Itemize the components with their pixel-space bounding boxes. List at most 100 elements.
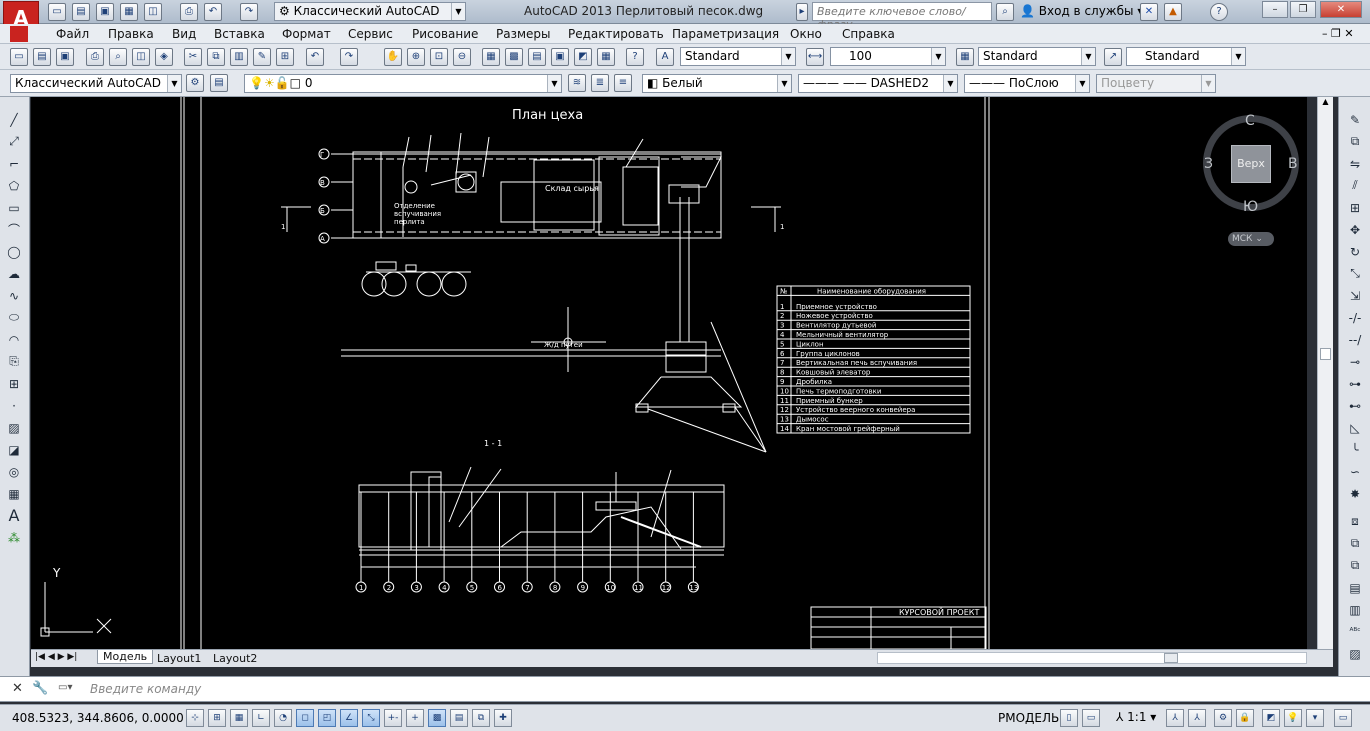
grid-icon[interactable]: ▦ xyxy=(230,709,248,727)
command-input[interactable]: Введите команду xyxy=(90,682,201,696)
tool-palettes-icon[interactable]: ▤ xyxy=(528,48,546,66)
draworder-icon[interactable]: ⧈ xyxy=(1346,513,1364,530)
line-icon[interactable]: ╱ xyxy=(5,111,23,128)
hatch-icon[interactable]: ▨ xyxy=(5,419,23,436)
sign-in-button[interactable]: 👤 Вход в службы ▾ xyxy=(1020,4,1143,18)
menu-window[interactable]: Окно xyxy=(790,27,822,41)
workspace-switcher[interactable]: ⚙ Классический AutoCAD ▼ xyxy=(274,2,466,21)
osnap-icon[interactable]: ◻ xyxy=(296,709,314,727)
open-icon[interactable]: ▤ xyxy=(72,3,90,21)
break-at-point-icon[interactable]: ⊸ xyxy=(1346,353,1364,370)
close-button[interactable]: ✕ xyxy=(1320,1,1362,18)
zoom-previous-icon[interactable]: ⊖ xyxy=(453,48,471,66)
otrack-icon[interactable]: ∠ xyxy=(340,709,358,727)
quick-view-drawings-icon[interactable]: ▭ xyxy=(1082,709,1100,727)
viewcube-north[interactable]: С xyxy=(1245,113,1255,129)
spline-icon[interactable]: ∿ xyxy=(5,287,23,304)
isolate-objects-icon[interactable]: 💡 xyxy=(1284,709,1302,727)
3d-osnap-icon[interactable]: ◰ xyxy=(318,709,336,727)
menu-file[interactable]: Файл xyxy=(56,27,89,41)
fillet-icon[interactable]: ╰ xyxy=(1346,441,1364,458)
circle-icon[interactable]: ◯ xyxy=(5,243,23,260)
send-back-icon[interactable]: ⧉ xyxy=(1346,557,1364,574)
layer-previous-icon[interactable]: ≣ xyxy=(591,74,609,92)
color-select[interactable]: ◧ Белый ▼ xyxy=(642,74,792,93)
exchange-icon[interactable]: ✕ xyxy=(1140,3,1158,21)
arc-icon[interactable]: ⌒ xyxy=(5,221,23,238)
cut-icon[interactable]: ✂ xyxy=(184,48,202,66)
chevron-right-icon[interactable]: ▸ xyxy=(796,3,808,21)
vertical-scrollbar[interactable]: ▲ xyxy=(1317,97,1333,649)
close-icon[interactable]: ✕ xyxy=(12,681,23,696)
gradient-icon[interactable]: ◪ xyxy=(5,441,23,458)
polygon-icon[interactable]: ⬠ xyxy=(5,177,23,194)
snap-icon[interactable]: ⊞ xyxy=(208,709,226,727)
search-binoculars-icon[interactable]: ⌕ xyxy=(996,3,1014,21)
polar-icon[interactable]: ◔ xyxy=(274,709,292,727)
layer-select[interactable]: 💡☀🔓□ 0 ▼ xyxy=(244,74,562,93)
undo-icon[interactable]: ↶ xyxy=(306,48,324,66)
blend-icon[interactable]: ∽ xyxy=(1346,463,1364,480)
lineweight-select[interactable]: ——— ПоСлою ▼ xyxy=(964,74,1090,93)
make-block-icon[interactable]: ⊞ xyxy=(5,375,23,392)
horizontal-scrollbar[interactable] xyxy=(877,652,1307,664)
workspace-settings-icon[interactable]: ⚙ xyxy=(186,74,204,92)
open-icon[interactable]: ▤ xyxy=(33,48,51,66)
preview-icon[interactable]: ⌕ xyxy=(109,48,127,66)
menu-view[interactable]: Вид xyxy=(172,27,196,41)
copy-icon[interactable]: ⧉ xyxy=(207,48,225,66)
region-icon[interactable]: ◎ xyxy=(5,463,23,480)
polyline-icon[interactable]: ⌐ xyxy=(5,155,23,172)
join-icon[interactable]: ⊷ xyxy=(1346,397,1364,414)
mtext-icon[interactable]: A xyxy=(5,506,23,525)
help-icon[interactable]: ? xyxy=(1210,3,1228,21)
layer-properties-icon[interactable]: ▤ xyxy=(210,74,228,92)
pan-icon[interactable]: ✋ xyxy=(384,48,402,66)
bring-front-icon[interactable]: ⧉ xyxy=(1346,535,1364,552)
viewcube-south[interactable]: Ю xyxy=(1243,199,1258,215)
table-style-icon[interactable]: ▦ xyxy=(956,48,974,66)
doc-window-controls[interactable]: – ❐ ✕ xyxy=(1322,27,1354,40)
menu-insert[interactable]: Вставка xyxy=(214,27,265,41)
save-icon[interactable]: ▣ xyxy=(56,48,74,66)
mirror-icon[interactable]: ⇋ xyxy=(1346,155,1364,172)
workspace-select[interactable]: Классический AutoCAD ▼ xyxy=(10,74,182,93)
coordinates-readout[interactable]: 408.5323, 344.8606, 0.0000 xyxy=(12,711,184,725)
erase-icon[interactable]: ✎ xyxy=(1346,111,1364,128)
search-input[interactable]: Введите ключевое слово/фразу xyxy=(812,2,992,31)
text-above-icon[interactable]: ᴬᴮᶜ xyxy=(1346,623,1364,640)
auto-scale-icon[interactable]: ⅄ xyxy=(1188,709,1206,727)
publish-icon[interactable]: ◫ xyxy=(144,3,162,21)
scale-icon[interactable]: ⤡ xyxy=(1346,265,1364,282)
viewcube-west[interactable]: З xyxy=(1204,156,1213,172)
extend-icon[interactable]: --/ xyxy=(1346,331,1364,348)
redo-icon[interactable]: ↷ xyxy=(340,48,358,66)
insert-block-icon[interactable]: ⎘ xyxy=(5,353,23,370)
menu-dimension[interactable]: Размеры xyxy=(496,27,551,41)
properties-icon[interactable]: ▦ xyxy=(482,48,500,66)
clean-screen-icon[interactable]: ▭ xyxy=(1334,709,1352,727)
undo-icon[interactable]: ↶ xyxy=(204,3,222,21)
zoom-realtime-icon[interactable]: ⊕ xyxy=(407,48,425,66)
dim-scale-select[interactable]: 100 ▼ xyxy=(830,47,946,66)
lineweight-icon[interactable]: + xyxy=(406,709,424,727)
menu-tools[interactable]: Сервис xyxy=(348,27,393,41)
make-current-layer-icon[interactable]: ≋ xyxy=(568,74,586,92)
match-properties-icon[interactable]: ✎ xyxy=(253,48,271,66)
lock-ui-icon[interactable]: 🔒 xyxy=(1236,709,1254,727)
point-icon[interactable]: · xyxy=(5,397,23,414)
dyn-icon[interactable]: +- xyxy=(384,709,402,727)
hatch-back-icon[interactable]: ▨ xyxy=(1346,645,1364,662)
dim-front-icon[interactable]: ▥ xyxy=(1346,601,1364,618)
rotate-icon[interactable]: ↻ xyxy=(1346,243,1364,260)
table-icon[interactable]: ▦ xyxy=(5,485,23,502)
maximize-button[interactable]: ❐ xyxy=(1290,1,1316,18)
ellipse-arc-icon[interactable]: ◠ xyxy=(5,331,23,348)
table-style-select[interactable]: Standard ▼ xyxy=(1126,47,1246,66)
paste-icon[interactable]: ▥ xyxy=(230,48,248,66)
dim-style-icon[interactable]: ⟷ xyxy=(806,48,824,66)
tab-nav-first-icon[interactable]: |◀ ◀ ▶ ▶| xyxy=(35,652,77,662)
ellipse-icon[interactable]: ⬭ xyxy=(5,309,23,326)
viewcube-top-face[interactable]: Верх xyxy=(1231,145,1271,183)
new-icon[interactable]: ▭ xyxy=(48,3,66,21)
